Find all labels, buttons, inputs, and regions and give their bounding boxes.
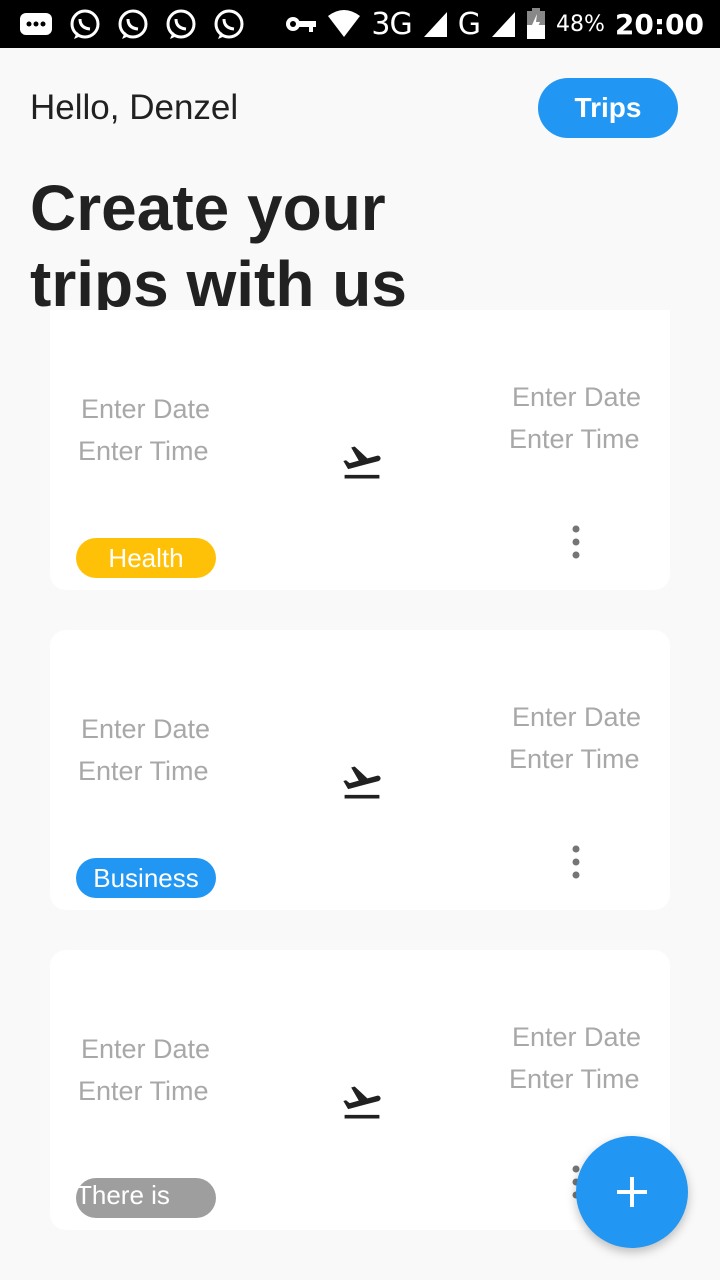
departure-date-field[interactable]: Enter Date [81,394,210,425]
more-options-icon[interactable] [566,524,586,560]
departure-time-field[interactable]: Enter Time [78,1076,209,1107]
network-type-secondary: G [457,6,481,42]
trips-button[interactable]: Trips [538,78,678,138]
vpn-key-icon [286,17,317,32]
greeting: Hello, Denzel [30,88,239,127]
battery-percent: 48% [555,11,605,37]
notification-icons [18,8,246,42]
signal-icon [491,12,515,37]
category-tag: Business [76,858,216,898]
plus-icon [617,1177,647,1207]
flight-takeoff-icon [343,446,381,479]
wifi-icon [328,10,361,37]
status-bar: 3G G 48% 20:00 [0,0,720,48]
flight-takeoff-icon [343,1086,381,1119]
whatsapp-icon [118,9,148,39]
network-type: 3G [371,6,412,42]
system-icons: 3G G 48% 20:00 [285,0,704,48]
arrival-date-field[interactable]: Enter Date [512,382,641,413]
category-tag: Health [76,538,216,578]
add-trip-button[interactable] [576,1136,688,1248]
battery-icon [526,8,545,39]
page-title: Create your trips with us [30,172,407,320]
departure-time-field[interactable]: Enter Time [78,756,209,787]
trip-card[interactable]: Enter Date Enter Time Enter Date Enter T… [50,630,670,910]
arrival-date-field[interactable]: Enter Date [512,702,641,733]
signal-icon [423,12,447,37]
category-tag: There is nothing [76,1178,216,1218]
trip-card[interactable]: Enter Date Enter Time Enter Date Enter T… [50,310,670,590]
arrival-date-field[interactable]: Enter Date [512,1022,641,1053]
message-icon [20,13,52,35]
departure-date-field[interactable]: Enter Date [81,714,210,745]
clock: 20:00 [614,7,704,41]
arrival-time-field[interactable]: Enter Time [509,744,640,775]
arrival-time-field[interactable]: Enter Time [509,424,640,455]
arrival-time-field[interactable]: Enter Time [509,1064,640,1095]
more-options-icon[interactable] [566,844,586,880]
departure-time-field[interactable]: Enter Time [78,436,209,467]
departure-date-field[interactable]: Enter Date [81,1034,210,1065]
whatsapp-icon [214,9,244,39]
whatsapp-icon [70,9,100,39]
whatsapp-icon [166,9,196,39]
flight-takeoff-icon [343,766,381,799]
